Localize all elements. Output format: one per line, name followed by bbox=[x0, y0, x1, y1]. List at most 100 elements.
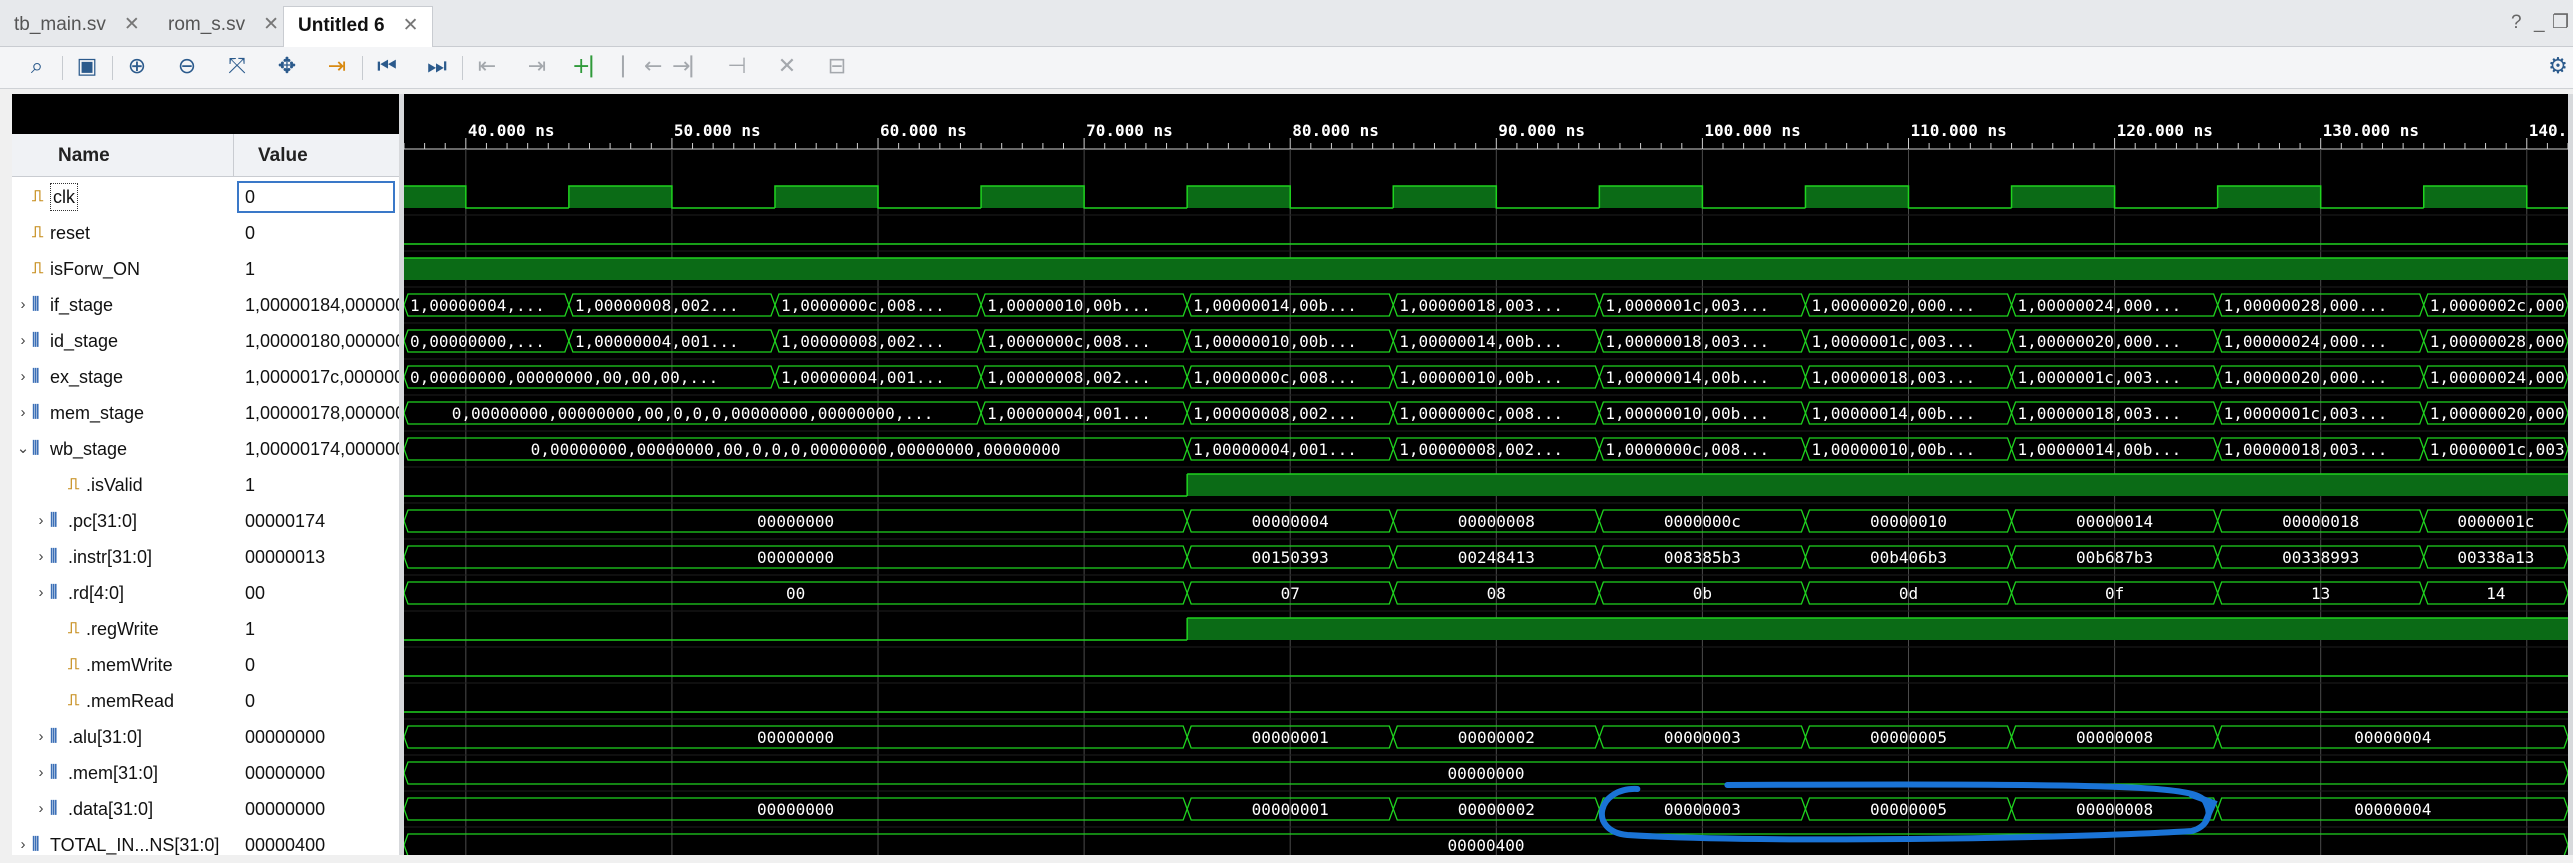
chevron-right-icon[interactable]: › bbox=[16, 359, 30, 395]
signal-row[interactable]: › ⫼ .mem[31:0] bbox=[12, 755, 233, 791]
tab-rom-s[interactable]: rom_s.sv ✕ bbox=[154, 6, 293, 47]
signal-value-row[interactable]: 00000174 bbox=[233, 503, 399, 539]
signal-value-row[interactable]: 00000400 bbox=[233, 827, 399, 863]
vertical-scrollbar[interactable] bbox=[2568, 94, 2573, 855]
signal-value-row[interactable]: 1 bbox=[233, 467, 399, 503]
tab-untitled-6[interactable]: Untitled 6 ✕ bbox=[283, 6, 434, 47]
signal-value: 00000400 bbox=[245, 835, 326, 855]
zoom-in-icon[interactable]: ⊕ bbox=[122, 52, 152, 82]
bus-value-label: 00000004 bbox=[2354, 728, 2431, 747]
signal-value: 0 bbox=[245, 187, 256, 207]
close-icon[interactable]: ✕ bbox=[263, 14, 279, 35]
previous-marker-icon[interactable]: ⎸← bbox=[622, 52, 662, 82]
signal-name: isForw_ON bbox=[50, 259, 141, 279]
chevron-right-icon[interactable]: › bbox=[34, 503, 48, 539]
signal-value-row[interactable]: 1,0000017c,000000 bbox=[233, 359, 399, 395]
signal-value-row[interactable]: 0 bbox=[233, 179, 399, 215]
signal-row[interactable]: › ⫼ .rd[4:0] bbox=[12, 575, 233, 611]
signal-value-row[interactable]: 1,00000174,000000 bbox=[233, 431, 399, 467]
signal-value-row[interactable]: 1,00000184,000000 bbox=[233, 287, 399, 323]
close-icon[interactable]: ✕ bbox=[403, 15, 419, 36]
signal-row[interactable]: › ⫼ .pc[31:0] bbox=[12, 503, 233, 539]
bus-value-label: 1,00000018,003... bbox=[1605, 332, 1769, 351]
bus-value-label: 1,00000018,003... bbox=[2018, 404, 2182, 423]
signal-row[interactable]: › ⫼ .data[31:0] bbox=[12, 791, 233, 827]
bit-high-fill bbox=[1187, 474, 2568, 496]
signal-row[interactable]: ⎍ isForw_ON bbox=[12, 251, 233, 287]
signal-row[interactable]: ⎍ .regWrite bbox=[12, 611, 233, 647]
zoom-out-icon[interactable]: ⊖ bbox=[172, 52, 202, 82]
chevron-down-icon[interactable]: ⌄ bbox=[16, 431, 30, 467]
bus-signal-icon: ⫼ bbox=[32, 332, 40, 349]
search-icon[interactable]: ⌕ bbox=[22, 52, 52, 82]
signal-row[interactable]: ⎍ .memRead bbox=[12, 683, 233, 719]
signal-row[interactable]: ⎍ reset bbox=[12, 215, 233, 251]
snap-icon[interactable]: ⊟ bbox=[822, 52, 852, 82]
signal-row[interactable]: › ⫼ mem_stage bbox=[12, 395, 233, 431]
next-marker-icon[interactable]: →⎸ bbox=[672, 52, 712, 82]
clock-high-fill bbox=[1599, 186, 1703, 208]
help-icon[interactable]: ? bbox=[2511, 8, 2522, 38]
go-to-end-icon[interactable]: ⏭ bbox=[422, 52, 452, 82]
signal-value-row[interactable]: 1 bbox=[233, 611, 399, 647]
add-marker-icon[interactable]: +⎸ bbox=[572, 52, 612, 82]
previous-edge-icon[interactable]: ⇤ bbox=[472, 52, 502, 82]
signal-row[interactable]: › ⫼ if_stage bbox=[12, 287, 233, 323]
chevron-right-icon[interactable]: › bbox=[16, 323, 30, 359]
signal-row[interactable]: ⎍ clk bbox=[12, 179, 233, 215]
bus-value-label: 0b bbox=[1693, 584, 1712, 603]
chevron-right-icon[interactable]: › bbox=[16, 287, 30, 323]
name-column-header[interactable]: Name bbox=[12, 134, 233, 177]
signal-row[interactable]: › ⫼ .instr[31:0] bbox=[12, 539, 233, 575]
next-edge-icon[interactable]: ⇥ bbox=[522, 52, 552, 82]
minimize-icon[interactable]: _ bbox=[2534, 8, 2545, 38]
waveform-canvas[interactable]: 40.000 ns 50.000 ns 60.000 ns 70.000 ns 80.0… bbox=[404, 94, 2573, 855]
signal-value-row[interactable]: 1 bbox=[233, 251, 399, 287]
chevron-right-icon[interactable]: › bbox=[34, 791, 48, 827]
chevron-right-icon[interactable]: › bbox=[34, 575, 48, 611]
cursor-icon[interactable]: ✥ bbox=[272, 52, 302, 82]
signal-row[interactable]: ⎍ .memWrite bbox=[12, 647, 233, 683]
signal-value-row[interactable]: 0 bbox=[233, 647, 399, 683]
chevron-right-icon[interactable]: › bbox=[34, 755, 48, 791]
signal-row[interactable]: › ⫼ id_stage bbox=[12, 323, 233, 359]
signal-value-row[interactable]: 00000013 bbox=[233, 539, 399, 575]
bus-value-label: 1,0000000c,008... bbox=[1193, 368, 1357, 387]
close-icon[interactable]: ✕ bbox=[124, 14, 140, 35]
chevron-right-icon[interactable]: › bbox=[34, 719, 48, 755]
bus-value-label: 00000000 bbox=[757, 728, 834, 747]
signal-value-row[interactable]: 00000000 bbox=[233, 791, 399, 827]
signal-value-row[interactable]: 00000000 bbox=[233, 719, 399, 755]
signal-row[interactable]: ⌄ ⫼ wb_stage bbox=[12, 431, 233, 467]
signal-value-row[interactable]: 0 bbox=[233, 215, 399, 251]
signal-row[interactable]: ⎍ .isValid bbox=[12, 467, 233, 503]
signal-value-row[interactable]: 00 bbox=[233, 575, 399, 611]
chevron-right-icon[interactable]: › bbox=[34, 539, 48, 575]
signal-value-row[interactable]: 1,00000178,000000 bbox=[233, 395, 399, 431]
swap-cursors-icon[interactable]: ⊣ bbox=[722, 52, 752, 82]
signal-row[interactable]: › ⫼ TOTAL_IN...NS[31:0] bbox=[12, 827, 233, 863]
save-icon[interactable]: ▣ bbox=[72, 52, 102, 82]
chevron-right-icon[interactable]: › bbox=[16, 827, 30, 863]
go-to-start-icon[interactable]: ⏮ bbox=[372, 52, 402, 82]
bus-value-label: 1,0000001c,003... bbox=[2224, 404, 2388, 423]
bus-value-label: 00000008 bbox=[2076, 728, 2153, 747]
clock-high-fill bbox=[981, 186, 1085, 208]
marker-icon[interactable]: ⇥ bbox=[322, 52, 352, 82]
signal-name: if_stage bbox=[50, 295, 114, 315]
signal-value-row[interactable]: 00000000 bbox=[233, 755, 399, 791]
signal-value-row[interactable]: 1,00000180,000000 bbox=[233, 323, 399, 359]
toolbar-separator bbox=[112, 56, 113, 80]
bus-value-label: 00000002 bbox=[1458, 800, 1535, 819]
zoom-fit-icon[interactable]: ⤧ bbox=[222, 52, 252, 82]
settings-icon[interactable]: ⚙ bbox=[2543, 52, 2573, 82]
signal-row[interactable]: › ⫼ ex_stage bbox=[12, 359, 233, 395]
tab-tb-main[interactable]: tb_main.sv ✕ bbox=[0, 6, 154, 47]
value-column-header[interactable]: Value bbox=[233, 134, 399, 177]
restore-icon[interactable]: ❐ bbox=[2552, 8, 2569, 38]
signal-name: ex_stage bbox=[50, 367, 124, 387]
delete-icon[interactable]: ✕ bbox=[772, 52, 802, 82]
signal-row[interactable]: › ⫼ .alu[31:0] bbox=[12, 719, 233, 755]
chevron-right-icon[interactable]: › bbox=[16, 395, 30, 431]
signal-value-row[interactable]: 0 bbox=[233, 683, 399, 719]
